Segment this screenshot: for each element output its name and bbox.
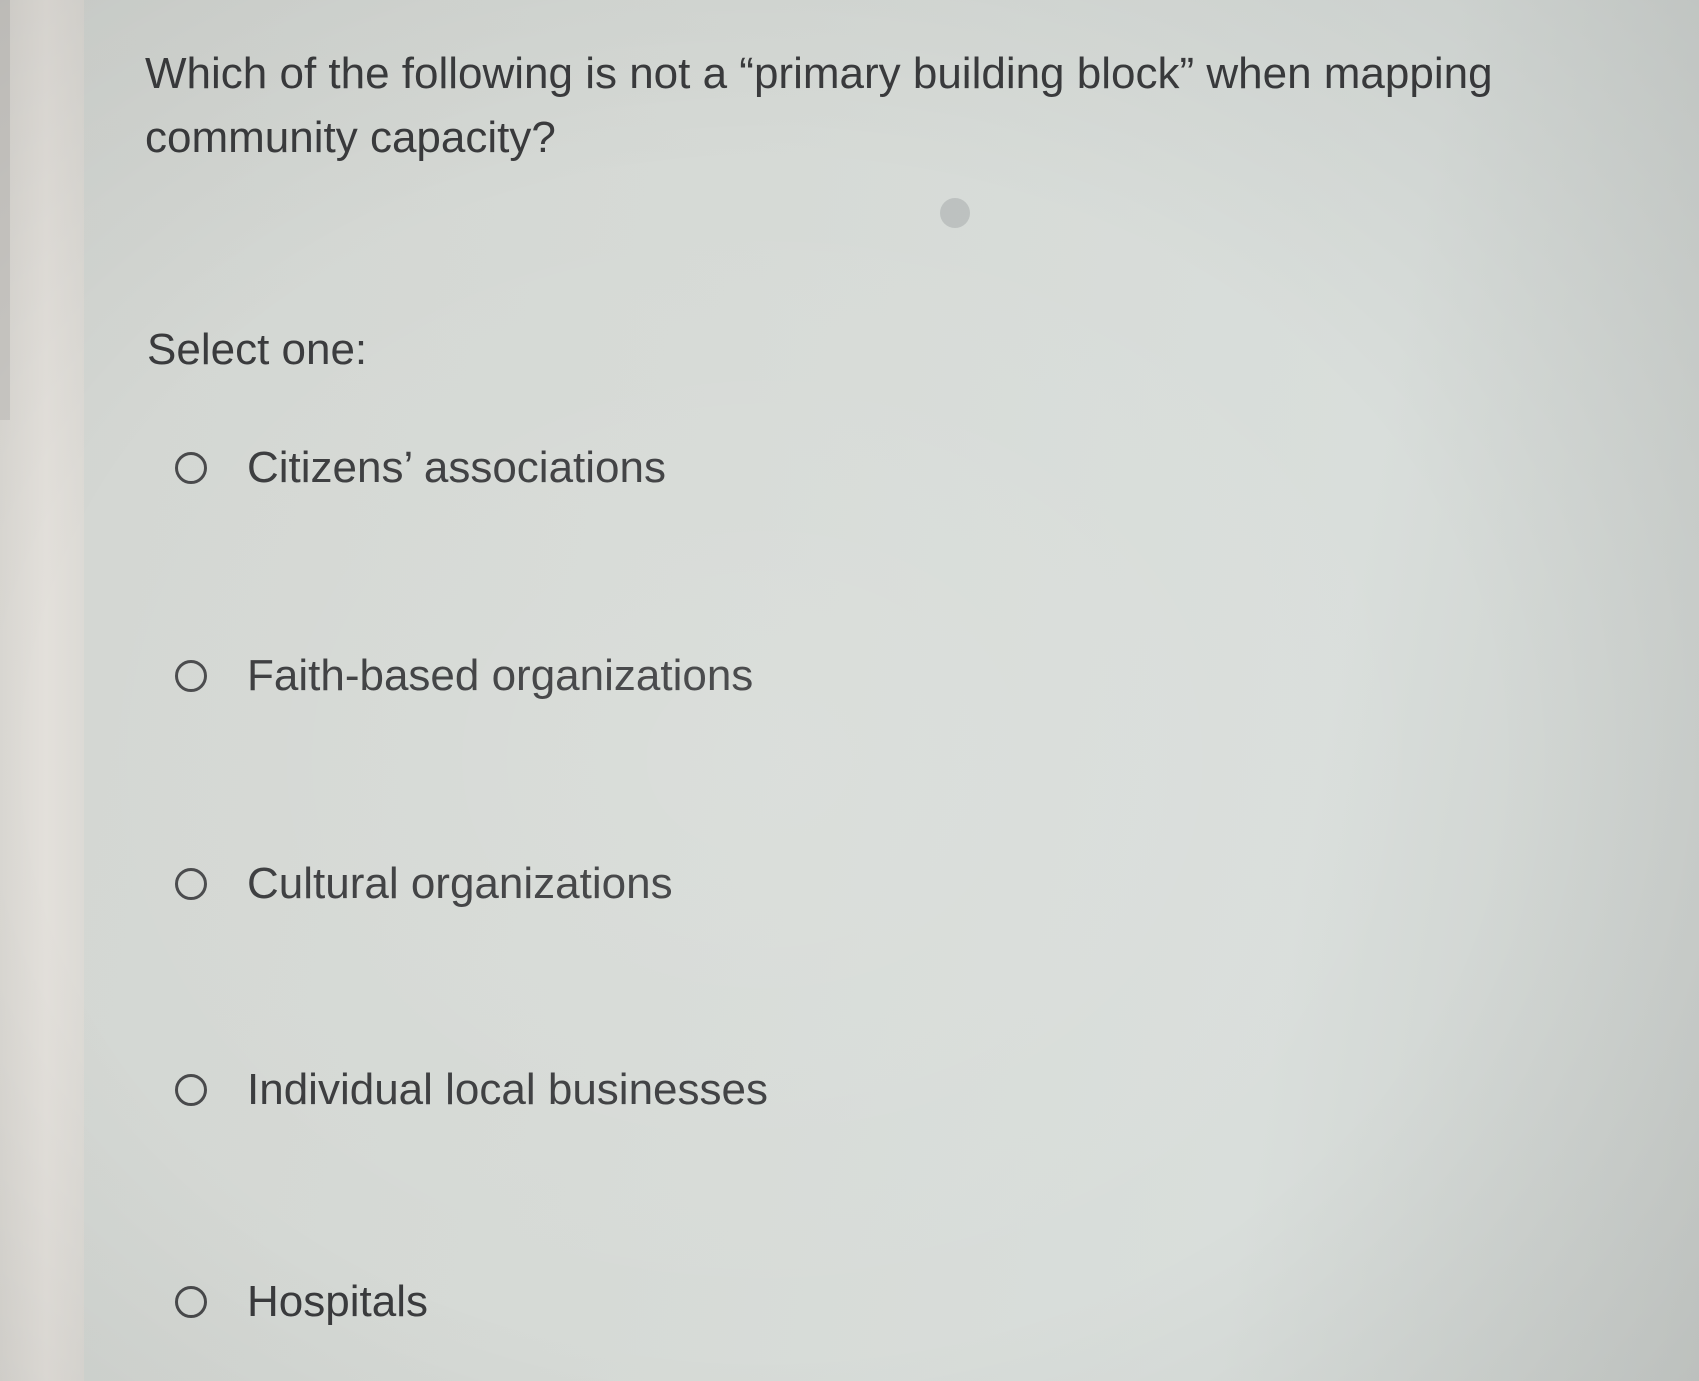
select-one-label: Select one: (147, 325, 368, 374)
option-citizens-associations[interactable]: Citizens’ associations (175, 438, 666, 498)
radio-button[interactable] (175, 1286, 207, 1318)
screen-smudge (940, 198, 970, 228)
option-label: Individual local businesses (247, 1065, 768, 1114)
option-individual-local-businesses[interactable]: Individual local businesses (175, 1060, 768, 1120)
question-text: Which of the following is not a “primary… (145, 49, 1493, 162)
option-cultural-organizations[interactable]: Cultural organizations (175, 854, 673, 914)
radio-button[interactable] (175, 452, 207, 484)
radio-button[interactable] (175, 660, 207, 692)
option-label: Citizens’ associations (247, 443, 666, 492)
option-faith-based-organizations[interactable]: Faith-based organizations (175, 646, 753, 706)
radio-button[interactable] (175, 1074, 207, 1106)
option-label: Cultural organizations (247, 859, 673, 908)
page-left-margin (0, 0, 84, 1381)
option-label: Hospitals (247, 1277, 428, 1326)
option-hospitals[interactable]: Hospitals (175, 1272, 428, 1332)
radio-button[interactable] (175, 868, 207, 900)
option-label: Faith-based organizations (247, 651, 754, 700)
page-left-edge (0, 0, 10, 420)
